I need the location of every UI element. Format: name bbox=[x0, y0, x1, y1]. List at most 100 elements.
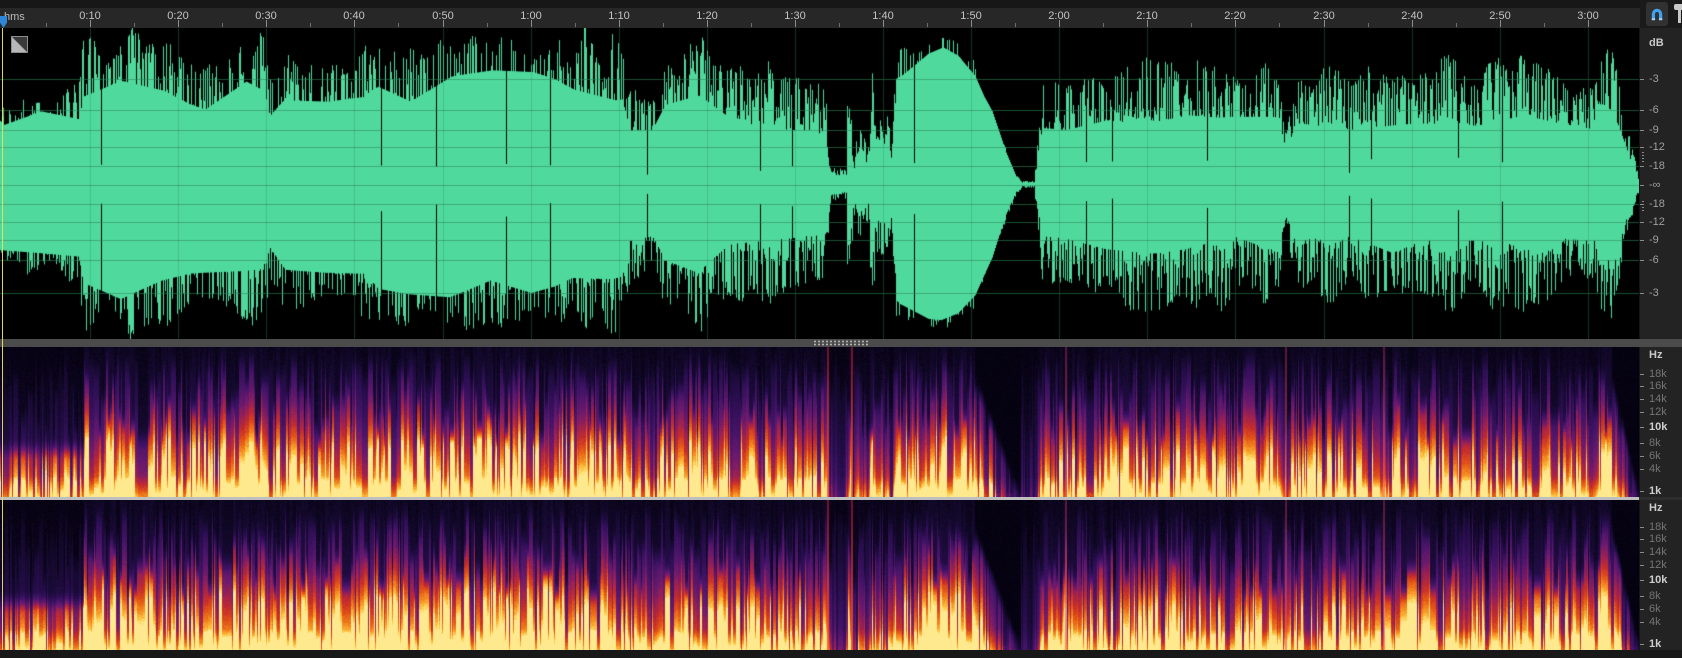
spectrogram-panel-left-channel[interactable] bbox=[0, 347, 1639, 497]
scale-label: -18 bbox=[1649, 198, 1665, 210]
scale-tick bbox=[1640, 130, 1644, 131]
scale-label: 10k bbox=[1649, 421, 1667, 433]
scale-label: 8k bbox=[1649, 590, 1661, 602]
scale-tick bbox=[1640, 79, 1644, 80]
ruler-tick-minor bbox=[1279, 23, 1280, 27]
scale-tick bbox=[1640, 469, 1644, 470]
snap-magnet-button[interactable] bbox=[1646, 2, 1668, 26]
scale-tick bbox=[1640, 609, 1644, 610]
scale-tick bbox=[1640, 580, 1644, 581]
ruler-tick-minor bbox=[1103, 23, 1104, 27]
channel-select-icon[interactable] bbox=[11, 36, 28, 53]
scale-tick bbox=[1640, 293, 1644, 294]
scale-tick bbox=[1640, 399, 1644, 400]
scale-tick bbox=[1640, 622, 1644, 623]
scale-label: 18k bbox=[1649, 368, 1667, 380]
scale-tick bbox=[1640, 412, 1644, 413]
scale-tick bbox=[1640, 374, 1644, 375]
scale-minor-ticks bbox=[1642, 201, 1644, 213]
scale-tick bbox=[1640, 427, 1644, 428]
ruler-tick-minor bbox=[575, 23, 576, 27]
scale-label: 4k bbox=[1649, 616, 1661, 628]
scale-label: 1k bbox=[1649, 638, 1661, 650]
ruler-tick-label: 2:20 bbox=[1224, 10, 1245, 22]
db-scale-title: dB bbox=[1649, 37, 1664, 49]
scale-tick bbox=[1640, 596, 1644, 597]
ruler-tick-minor bbox=[751, 23, 752, 27]
scale-tick bbox=[1640, 552, 1644, 553]
scale-label: 16k bbox=[1649, 380, 1667, 392]
scale-tick bbox=[1640, 240, 1644, 241]
hz-scale-2[interactable]: Hz 18k16k14k12k10k8k6k4k1k bbox=[1639, 500, 1682, 650]
ruler-tick-label: 1:20 bbox=[696, 10, 717, 22]
spectrogram-canvas-1[interactable] bbox=[0, 347, 1639, 497]
bottom-strip bbox=[0, 650, 1682, 658]
scale-tick bbox=[1640, 222, 1644, 223]
scale-tick bbox=[1640, 491, 1644, 492]
ruler-tick-minor bbox=[1456, 23, 1457, 27]
scale-minor-ticks bbox=[1642, 152, 1644, 164]
scale-label: -12 bbox=[1649, 216, 1665, 228]
scale-label: -9 bbox=[1649, 234, 1659, 246]
scale-tick bbox=[1640, 565, 1644, 566]
ruler-tick-label: 0:10 bbox=[79, 10, 100, 22]
waveform-canvas[interactable] bbox=[0, 28, 1639, 339]
ruler-tick-label: 2:40 bbox=[1401, 10, 1422, 22]
ruler-tick-label: 2:30 bbox=[1313, 10, 1334, 22]
ruler-unit-label: hms bbox=[4, 11, 25, 23]
scale-label: 18k bbox=[1649, 521, 1667, 533]
scale-tick bbox=[1640, 443, 1644, 444]
scale-tick bbox=[1640, 166, 1644, 167]
scale-label: 14k bbox=[1649, 393, 1667, 405]
ruler-tick-minor bbox=[663, 23, 664, 27]
scale-label: 16k bbox=[1649, 533, 1667, 545]
ruler-tick-label: 2:00 bbox=[1048, 10, 1069, 22]
hz-scale-title-2: Hz bbox=[1649, 502, 1662, 514]
ruler-tick-minor bbox=[310, 23, 311, 27]
scale-label: 4k bbox=[1649, 463, 1661, 475]
ruler-tick-minor bbox=[1368, 23, 1369, 27]
scale-label: 6k bbox=[1649, 450, 1661, 462]
toolbar-icons bbox=[1640, 0, 1682, 28]
scale-tick bbox=[1640, 185, 1644, 186]
scale-label: -∞ bbox=[1649, 179, 1661, 191]
ruler-tick-label: 0:50 bbox=[432, 10, 453, 22]
ruler-tick-label: 3:00 bbox=[1577, 10, 1598, 22]
ruler-tick-minor bbox=[839, 23, 840, 27]
ruler-tick-minor bbox=[927, 23, 928, 27]
spectrogram-panel-right-channel[interactable] bbox=[0, 500, 1639, 650]
ruler-tick-minor bbox=[222, 23, 223, 27]
ruler-tick-minor bbox=[1191, 23, 1192, 27]
ruler-tick-minor bbox=[1015, 23, 1016, 27]
audio-editor-window: hms 0:100:200:300:400:501:001:101:201:30… bbox=[0, 0, 1682, 658]
ruler-tick-label: 2:10 bbox=[1136, 10, 1157, 22]
scale-label: 10k bbox=[1649, 574, 1667, 586]
ruler-tick-label: 0:30 bbox=[255, 10, 276, 22]
top-strip bbox=[0, 0, 1682, 8]
splitter-grip-handle[interactable] bbox=[813, 340, 869, 346]
timeline-ruler[interactable]: hms 0:100:200:300:400:501:001:101:201:30… bbox=[0, 8, 1640, 28]
ruler-tick-minor bbox=[1544, 23, 1545, 27]
scale-label: -12 bbox=[1649, 141, 1665, 153]
scale-label: -3 bbox=[1649, 287, 1659, 299]
ruler-tick-minor bbox=[487, 23, 488, 27]
waveform-panel[interactable] bbox=[0, 28, 1639, 339]
scale-tick bbox=[1640, 527, 1644, 528]
db-scale[interactable]: dB -3-6-9-12-18-∞-18-12-9-6-3 bbox=[1639, 28, 1682, 339]
scale-label: -6 bbox=[1649, 104, 1659, 116]
scale-tick bbox=[1640, 147, 1644, 148]
playhead-line[interactable] bbox=[2, 28, 3, 650]
ruler-tick-minor bbox=[398, 23, 399, 27]
scale-label: 14k bbox=[1649, 546, 1667, 558]
ruler-tick-label: 1:00 bbox=[520, 10, 541, 22]
panel-splitter[interactable] bbox=[0, 339, 1682, 347]
ruler-tick-label: 1:50 bbox=[960, 10, 981, 22]
pin-icon[interactable] bbox=[1673, 3, 1682, 25]
scale-label: 12k bbox=[1649, 406, 1667, 418]
magnet-icon bbox=[1649, 6, 1665, 22]
spectrogram-canvas-2[interactable] bbox=[0, 500, 1639, 650]
hz-scale-1[interactable]: Hz 18k16k14k12k10k8k6k4k1k bbox=[1639, 347, 1682, 497]
scale-tick bbox=[1640, 539, 1644, 540]
ruler-tick-label: 0:20 bbox=[167, 10, 188, 22]
ruler-tick-label: 0:40 bbox=[343, 10, 364, 22]
